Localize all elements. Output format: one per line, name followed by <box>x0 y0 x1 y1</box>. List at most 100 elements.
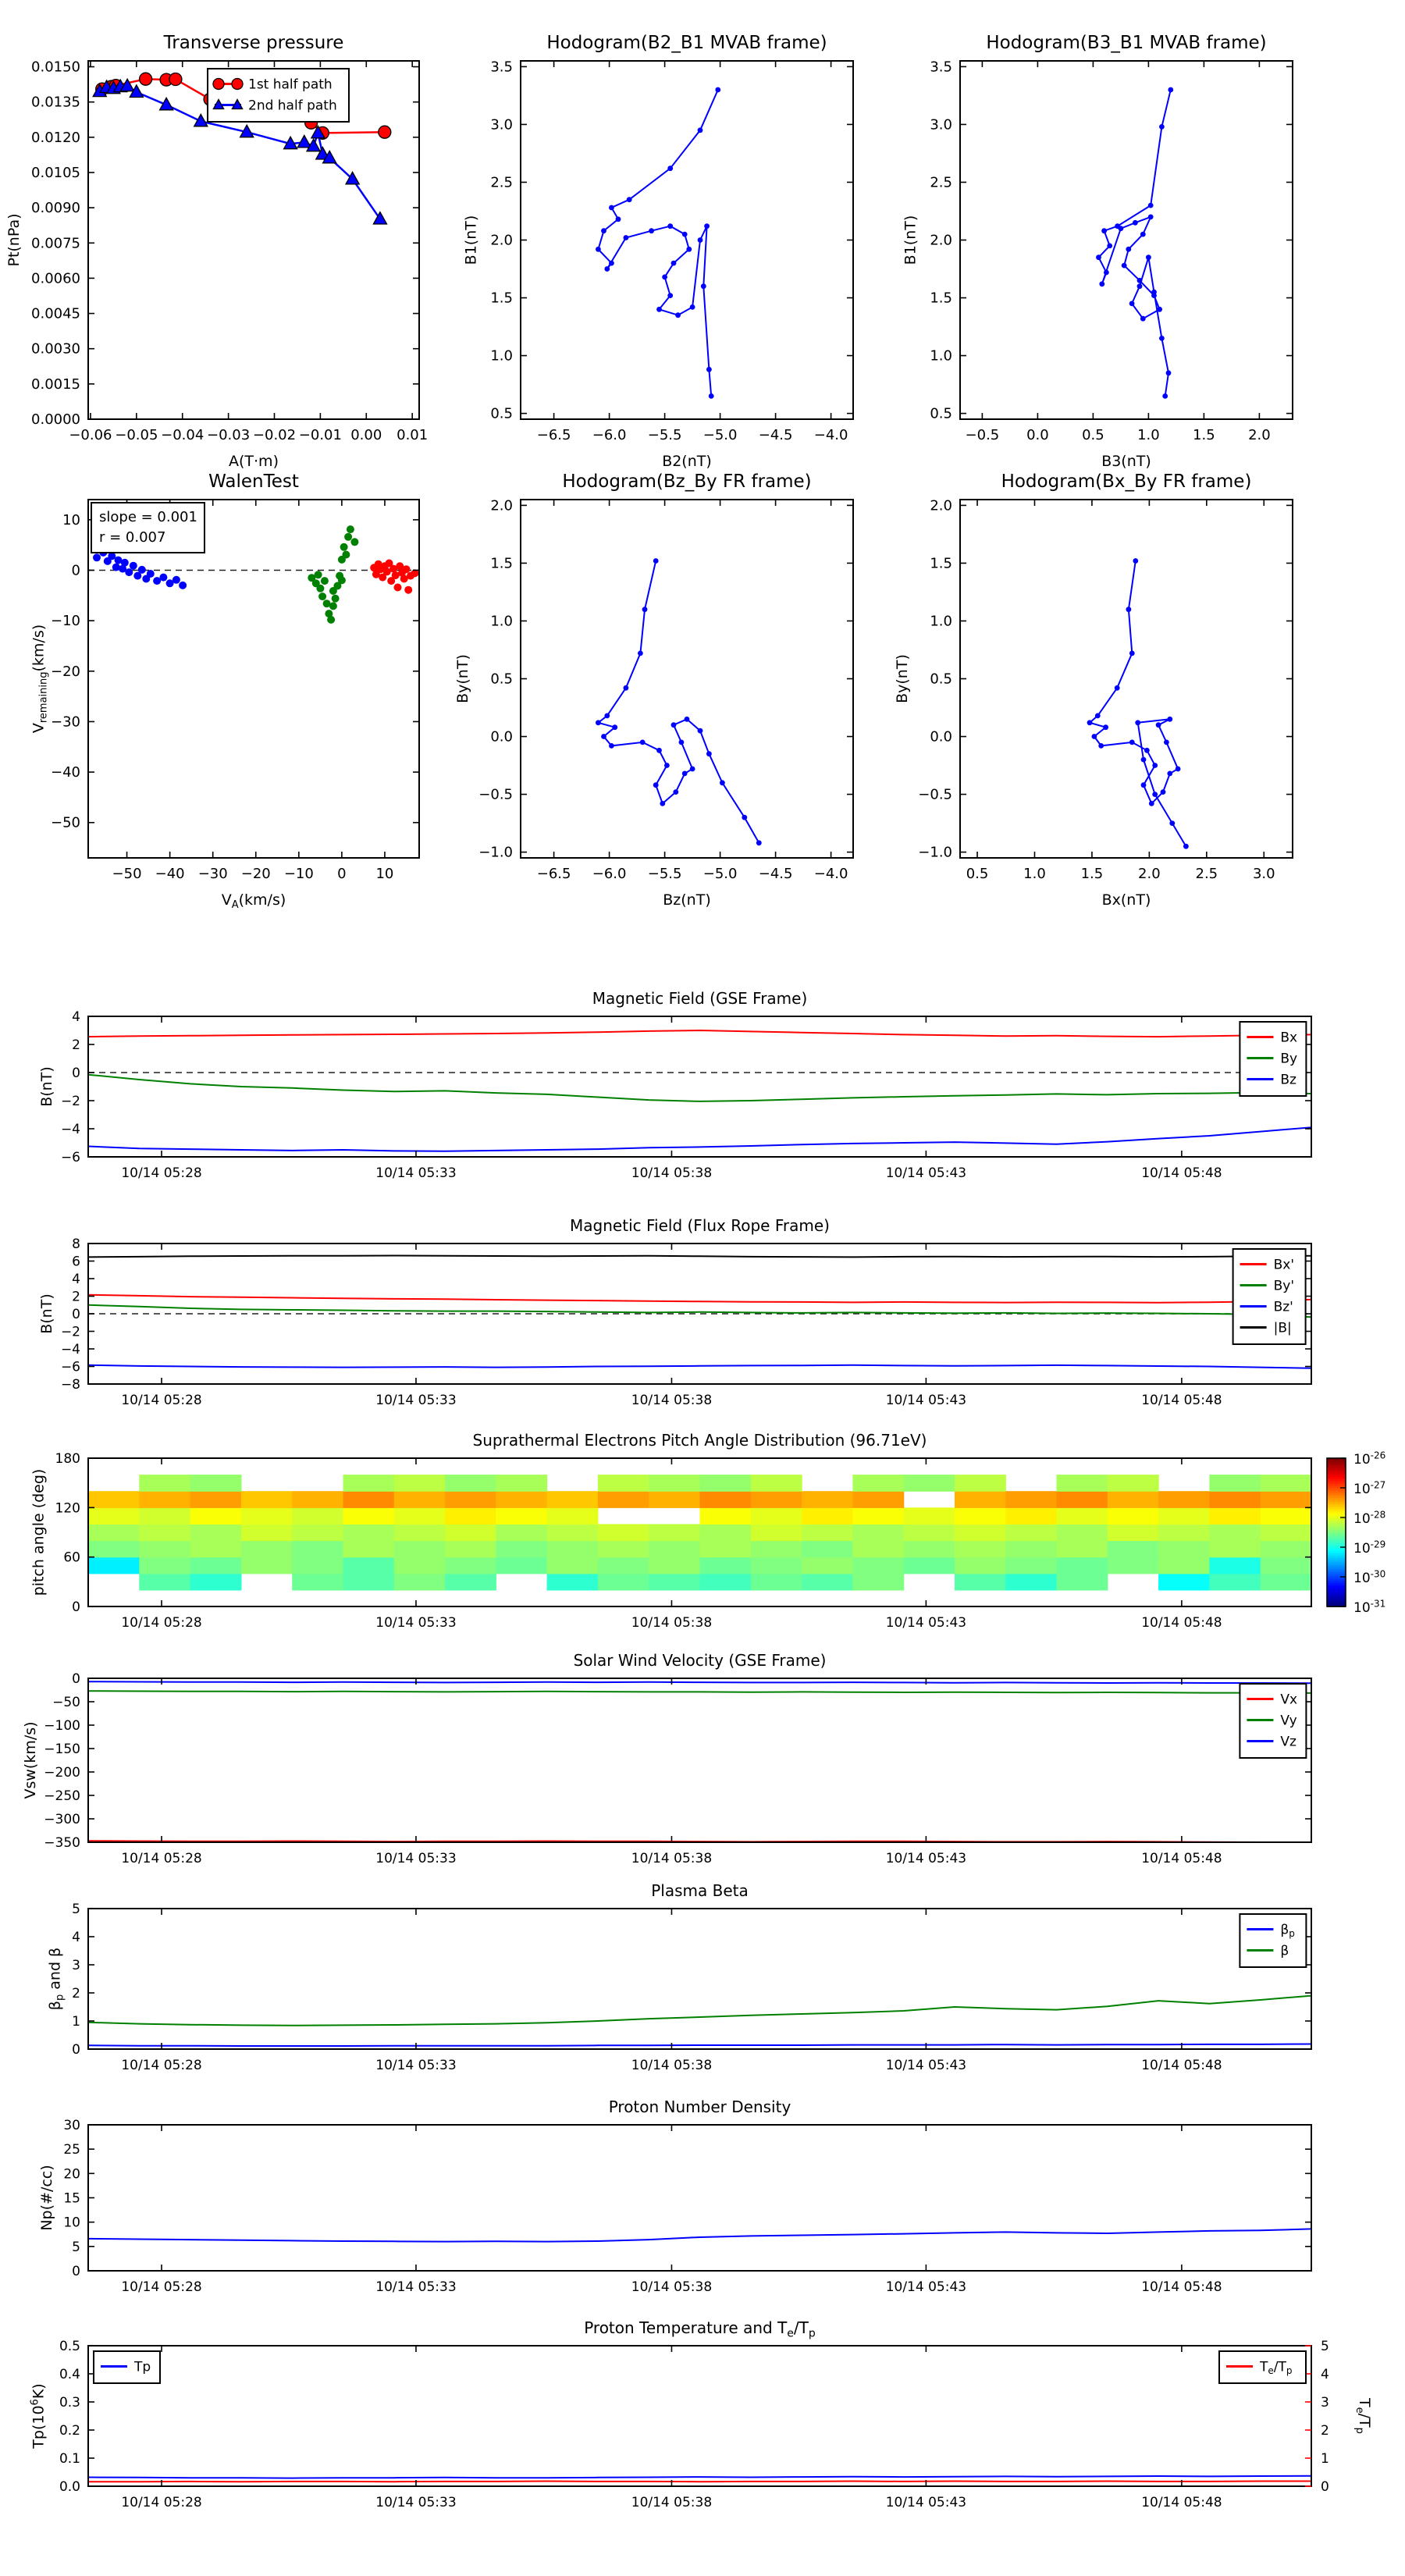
y-tick-label: −10 <box>51 613 80 629</box>
heatmap-cell <box>699 1475 752 1492</box>
marker-dot <box>1133 558 1139 564</box>
tspan: T <box>1259 2360 1268 2375</box>
x-tick-label: 10/14 05:28 <box>121 2058 201 2073</box>
x-tick-label: 10/14 05:38 <box>631 2495 712 2510</box>
tspan: -29 <box>1371 1539 1386 1550</box>
axes-spines <box>959 499 1293 859</box>
tspan: 1.5 <box>490 555 513 571</box>
tspan: 2.5 <box>1196 866 1218 882</box>
y-tick-label: −6 <box>61 1150 80 1165</box>
y-tick-label: 2.0 <box>490 497 513 514</box>
y-tick-label: 0.5 <box>490 406 513 422</box>
x-tick-label: 10/14 05:28 <box>121 1615 201 1631</box>
y-tick-label: −2 <box>61 1325 80 1340</box>
tspan: 1.5 <box>930 555 952 571</box>
tspan: Solar Wind Velocity (GSE Frame) <box>574 1651 827 1670</box>
y-tick-label: 1.5 <box>490 555 513 571</box>
tspan: 6 <box>72 1254 80 1270</box>
marker-dot <box>1118 226 1124 232</box>
tspan: 2.0 <box>1138 866 1161 882</box>
tspan: 8 <box>72 1236 80 1252</box>
tspan: −250 <box>44 1788 80 1804</box>
heatmap-cell <box>190 1475 242 1492</box>
marker-dot <box>331 594 340 603</box>
tspan: 10 <box>1353 1600 1371 1616</box>
tspan: 1st half path <box>248 77 333 93</box>
heatmap-cell <box>240 1540 293 1558</box>
right-tick-label: 5 <box>1321 2339 1329 2354</box>
heatmap-cell <box>88 1524 140 1542</box>
heatmap-cell <box>546 1524 599 1542</box>
tspan: p <box>55 1994 66 2001</box>
panel-proton-density: 10/14 05:28 10/14 05:33 10/14 05:38 10/14 0… <box>38 2097 1312 2295</box>
series-group <box>88 1994 1311 2047</box>
legend-label: By <box>1280 1051 1297 1067</box>
right-tick-label: 4 <box>1321 2367 1329 2382</box>
legend-label: β <box>1280 1944 1289 1959</box>
marker-dot <box>689 766 695 772</box>
tspan: 10/14 05:48 <box>1141 2279 1222 2295</box>
marker-dot <box>623 685 629 691</box>
y-axis-label: Pt(nPa) <box>5 213 23 266</box>
marker-dot <box>656 747 662 753</box>
tspan: 20 <box>63 2166 80 2182</box>
x-tick-label: −0.03 <box>207 427 250 443</box>
y-axis-label: Np(#/cc) <box>38 2165 55 2230</box>
heatmap-cell <box>852 1573 905 1591</box>
tspan: 2.0 <box>490 497 513 514</box>
y-tick-label: 2.0 <box>930 497 952 514</box>
tspan: 10/14 05:43 <box>886 2058 966 2073</box>
tspan: Vz <box>1280 1735 1297 1750</box>
tspan: Hodogram(Bx_By FR frame) <box>1001 471 1252 492</box>
tspan: −150 <box>44 1742 80 1757</box>
x-tick-label: 10/14 05:28 <box>121 1393 201 1408</box>
tspan: 10/14 05:38 <box>631 2495 712 2510</box>
tspan: 3.0 <box>930 116 952 133</box>
marker-dot <box>1129 739 1135 745</box>
heatmap-cell <box>343 1573 395 1591</box>
annotation-line: slope = 0.001 <box>99 509 197 525</box>
heatmap-cell <box>699 1507 752 1525</box>
marker-dot <box>402 565 411 574</box>
y-tick-label: 10 <box>62 512 80 528</box>
heatmap-cell <box>903 1507 955 1525</box>
tspan: 1.5 <box>490 290 513 307</box>
heatmap-cell <box>496 1557 548 1574</box>
tspan: WalenTest <box>208 471 299 492</box>
y-tick-label: −50 <box>51 815 80 831</box>
y-tick-label: 15 <box>63 2191 80 2207</box>
y-tick-label: 0.2 <box>59 2423 80 2439</box>
panel-hodogram-b3-b1: −0.5 0.0 0.5 1.0 1.5 2.0 0.5 1.0 1.5 2.0 2.5 3.0 3.5… <box>902 33 1293 470</box>
tspan: 0.5 <box>1082 427 1104 443</box>
x-tick-label: 0.00 <box>350 427 382 443</box>
tspan: Pt(nPa) <box>5 213 23 266</box>
y-tick-label: 0.0 <box>59 2479 80 2495</box>
tspan: 0.0060 <box>31 270 80 286</box>
marker-dot <box>1101 228 1107 234</box>
marker-dot <box>708 393 714 399</box>
tspan: −200 <box>44 1765 80 1781</box>
marker-dot <box>1136 277 1143 283</box>
x-tick-label: 2.0 <box>1138 866 1161 882</box>
tspan: −5.0 <box>703 866 738 882</box>
x-tick-label: 10/14 05:43 <box>886 2058 966 2073</box>
y-tick-label: −20 <box>51 664 80 680</box>
tspan: 0.0 <box>490 729 513 745</box>
heatmap-cell <box>139 1540 191 1558</box>
heatmap-cell <box>496 1540 548 1558</box>
tspan: 4 <box>72 1930 80 1945</box>
tspan: B1(nT) <box>902 215 919 265</box>
marker-dot <box>681 231 688 237</box>
heatmap-cell <box>1107 1540 1159 1558</box>
heatmap-cell <box>750 1557 802 1574</box>
figure-canvas: −0.06 −0.05 −0.04 −0.03 −0.02 −0.01 0.00 0.010.… <box>5 33 1386 2510</box>
tspan: −30 <box>198 866 228 882</box>
tspan: 3.5 <box>930 59 952 75</box>
marker-dot <box>1155 722 1161 728</box>
heatmap-cell <box>955 1475 1006 1492</box>
heatmap-cell <box>1005 1557 1058 1574</box>
tspan: 10 <box>1353 1541 1371 1557</box>
heatmap-cell <box>903 1540 955 1558</box>
heatmap-cell <box>292 1524 344 1542</box>
heatmap-cell <box>343 1475 395 1492</box>
